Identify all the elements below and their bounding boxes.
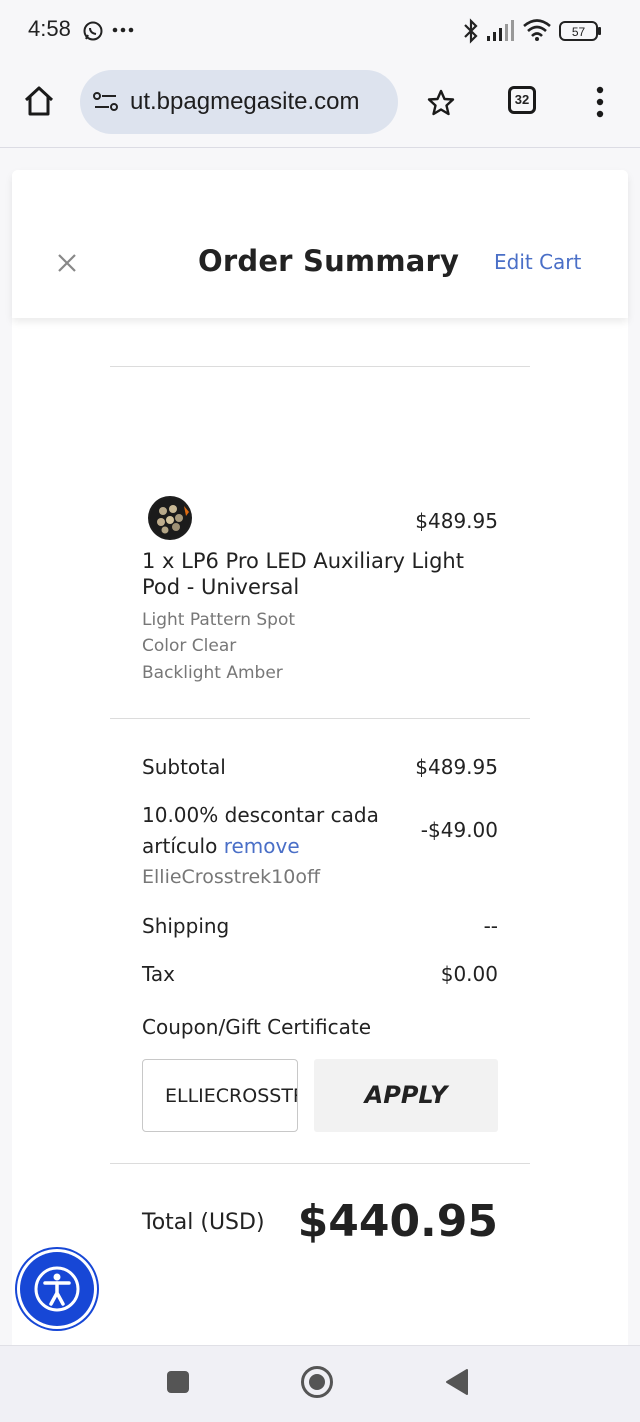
discount-value: -$49.00 (420, 818, 498, 842)
discount-label: 10.00% descontar cada artículo remove (142, 800, 412, 862)
divider (110, 1163, 530, 1164)
divider (110, 366, 530, 367)
bluetooth-icon (464, 18, 478, 44)
home-circle-icon[interactable] (300, 1365, 334, 1399)
recent-apps-icon[interactable] (166, 1370, 190, 1394)
panel-header: Order Summary Edit Cart (12, 170, 628, 318)
shipping-label: Shipping (142, 914, 230, 938)
item-title: 1 x LP6 Pro LED Auxiliary Light Pod - Un… (142, 549, 464, 599)
product-image (148, 496, 192, 540)
back-icon[interactable] (444, 1368, 470, 1396)
url-text: ut.bpagmegasite.com (130, 88, 360, 115)
bookmark-star-icon[interactable] (426, 88, 456, 118)
more-dots-icon (112, 27, 134, 33)
accessibility-icon (34, 1266, 80, 1312)
apply-coupon-button[interactable]: APPLY (314, 1059, 498, 1132)
item-option: Light Pattern Spot (142, 610, 296, 630)
browser-toolbar: ut.bpagmegasite.com 32 (0, 62, 640, 148)
coupon-input[interactable] (142, 1059, 298, 1132)
address-bar[interactable]: ut.bpagmegasite.com (80, 70, 398, 134)
system-nav-bar (0, 1345, 640, 1422)
total-label: Total (USD) (142, 1210, 265, 1235)
status-bar: 4:58 57 (0, 0, 640, 62)
tabs-icon[interactable]: 32 (508, 86, 536, 114)
subtotal-value: $489.95 (415, 755, 498, 779)
whatsapp-icon (83, 21, 103, 41)
signal-icon (487, 20, 514, 41)
shipping-value: -- (483, 914, 498, 938)
menu-icon[interactable] (594, 86, 606, 118)
battery-level: 57 (572, 25, 586, 39)
divider (110, 718, 530, 719)
tax-label: Tax (142, 962, 175, 986)
item-option: Color Clear (142, 636, 237, 656)
wifi-icon (523, 19, 551, 41)
led-light-pod-image (150, 498, 190, 538)
battery-icon: 57 (559, 21, 601, 41)
item-option: Backlight Amber (142, 663, 283, 683)
page-title: Order Summary (198, 244, 460, 278)
coupon-label: Coupon/Gift Certificate (142, 1015, 372, 1039)
site-settings-icon[interactable] (92, 90, 120, 114)
close-icon[interactable] (56, 252, 78, 274)
item-price: $489.95 (415, 509, 498, 533)
subtotal-label: Subtotal (142, 755, 226, 779)
status-time: 4:58 (28, 16, 71, 41)
accessibility-button[interactable] (20, 1252, 94, 1326)
remove-discount-link[interactable]: remove (224, 834, 300, 858)
tax-value: $0.00 (440, 962, 498, 986)
applied-coupon-code: EllieCrosstrek10off (142, 866, 321, 888)
edit-cart-link[interactable]: Edit Cart (494, 250, 581, 274)
order-summary-panel: Order Summary Edit Cart $489.95 1 x LP6 … (12, 170, 628, 1345)
total-value: $440.95 (297, 1196, 498, 1247)
home-icon[interactable] (22, 84, 56, 118)
